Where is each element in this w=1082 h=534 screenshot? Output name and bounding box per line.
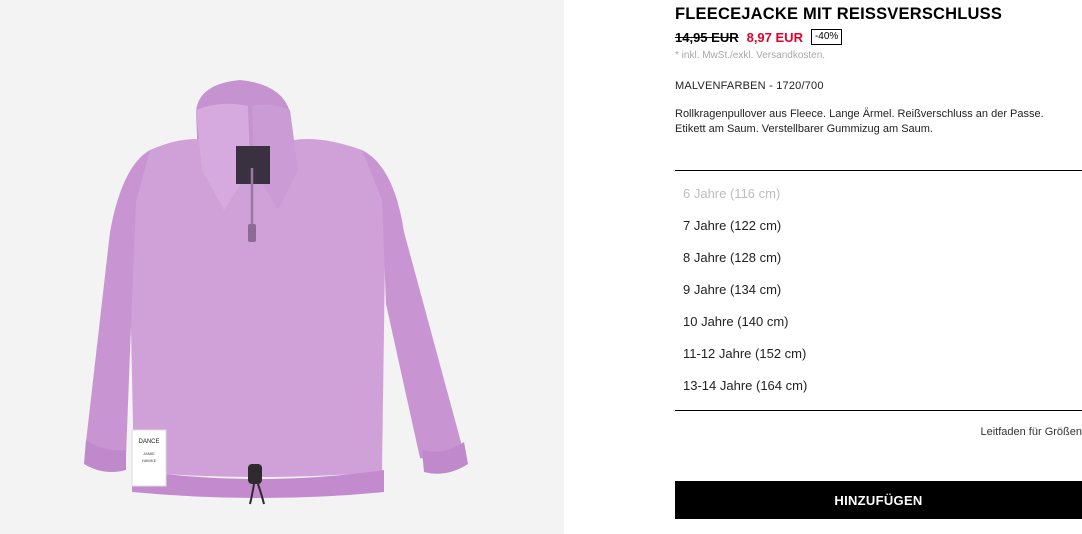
- add-to-cart-button[interactable]: HINZUFÜGEN: [675, 481, 1082, 519]
- product-description: Rollkragenpullover aus Fleece. Lange Ärm…: [675, 108, 1044, 135]
- tax-note: * inkl. MwSt./exkl. Versandkosten.: [675, 50, 826, 61]
- product-title: FLEECEJACKE MIT REISSVERSCHLUSS: [675, 5, 1003, 23]
- old-price: 14,95 EUR: [675, 29, 739, 45]
- color-reference: MALVENFARBEN - 1720/700: [675, 80, 824, 92]
- divider: [675, 410, 1082, 411]
- sale-price: 8,97 EUR: [746, 29, 803, 45]
- discount-badge: -40%: [810, 29, 843, 45]
- product-image: DANCE JAMIE HAWKE: [0, 0, 564, 534]
- divider: [675, 170, 1082, 171]
- price-row: 14,95 EUR 8,97 EUR -40%: [675, 28, 843, 46]
- hem-label-line: JAMIE: [143, 451, 155, 456]
- hem-label-line: HAWKE: [142, 458, 157, 463]
- fleece-jacket-illustration: DANCE JAMIE HAWKE: [0, 0, 564, 534]
- size-option[interactable]: 7 Jahre (122 cm): [683, 210, 807, 242]
- size-option[interactable]: 8 Jahre (128 cm): [683, 242, 807, 274]
- size-option[interactable]: 13-14 Jahre (164 cm): [683, 370, 807, 402]
- size-option[interactable]: 11-12 Jahre (152 cm): [683, 338, 807, 370]
- size-option[interactable]: 9 Jahre (134 cm): [683, 274, 807, 306]
- size-option: 6 Jahre (116 cm): [683, 186, 781, 201]
- size-list: 6 Jahre (116 cm) 7 Jahre (122 cm) 8 Jahr…: [683, 178, 807, 402]
- size-option[interactable]: 10 Jahre (140 cm): [683, 306, 807, 338]
- size-guide-link[interactable]: Leitfaden für Größen: [980, 426, 1082, 438]
- hem-label-title: DANCE: [138, 439, 159, 445]
